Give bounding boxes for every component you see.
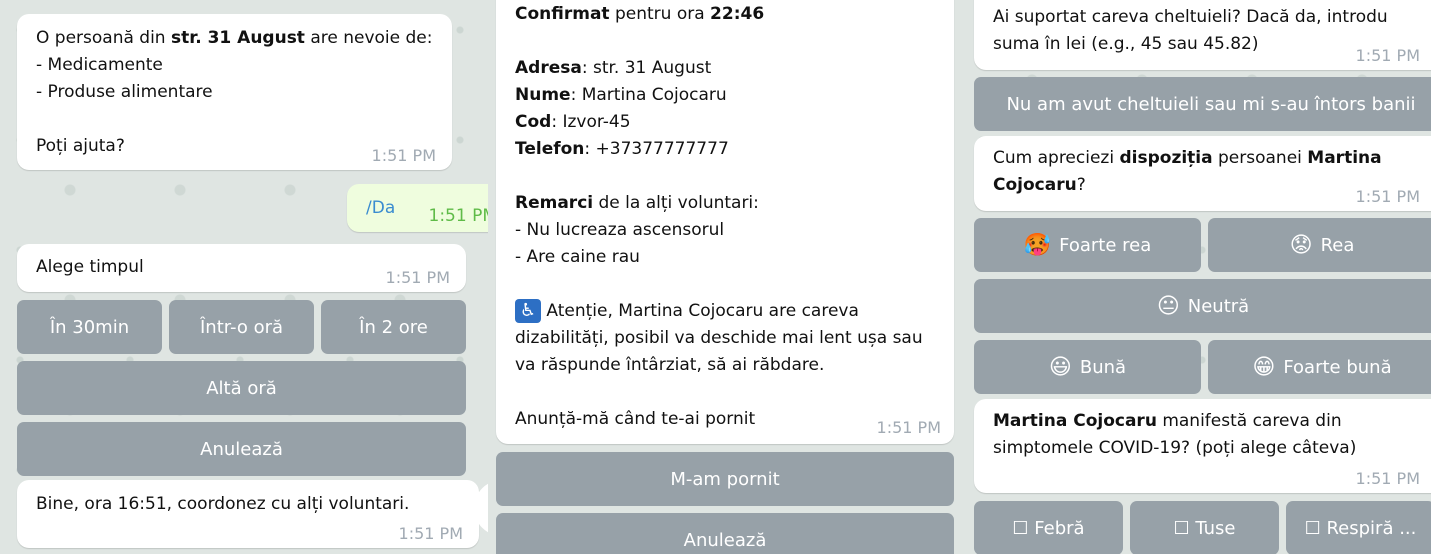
symptom-breathing-button[interactable]: ☐ Respiră ...	[1286, 501, 1431, 554]
code-line: Cod: Izvor-45	[515, 112, 631, 132]
mood-good-button[interactable]: 😃 Bună	[974, 340, 1201, 394]
message-time: 1:51 PM	[385, 268, 450, 287]
message-time: 1:51 PM	[876, 418, 941, 437]
message-time: 1:51 PM	[371, 146, 436, 165]
phone-line: Telefon: +37377777777	[515, 139, 729, 159]
address-line: Adresa: str. 31 August	[515, 58, 712, 78]
chat-panel-2: Confirmat pentru ora 22:46 Adresa: str. …	[488, 0, 962, 554]
mood-question-message: Cum apreciezi dispoziția persoanei Marti…	[974, 136, 1431, 211]
request-street: str. 31 August	[171, 28, 305, 48]
started-button[interactable]: M-am pornit	[496, 452, 954, 506]
covid-question-message: Martina Cojocaru manifestă careva din si…	[974, 399, 1431, 493]
confirm-message: Bine, ora 16:51, coordonez cu alți volun…	[17, 480, 479, 548]
notify-text: Anunță-mă când te-ai pornit	[515, 409, 756, 429]
hot-face-icon: 🥵	[1023, 232, 1052, 258]
time-2h-button[interactable]: În 2 ore	[321, 300, 466, 354]
details-message: Confirmat pentru ora 22:46 Adresa: str. …	[496, 0, 954, 444]
remark-item: - Nu lucreaza ascensorul	[515, 220, 725, 240]
mood-bad-button[interactable]: 😟 Rea	[1208, 218, 1431, 272]
cancel-button[interactable]: Anulează	[17, 422, 466, 476]
message-time: 1:51 PM	[1355, 187, 1420, 206]
reply-command[interactable]: /Da	[366, 198, 395, 218]
cancel-button[interactable]: Anulează	[496, 513, 954, 554]
time-30min-button[interactable]: În 30min	[17, 300, 162, 354]
name-line: Nume: Martina Cojocaru	[515, 85, 727, 105]
confirmed-hour: 22:46	[710, 4, 765, 24]
worried-face-icon: 😟	[1289, 232, 1313, 258]
message-time: 1:51 PM	[428, 206, 489, 226]
wheelchair-icon: ♿	[515, 299, 541, 323]
other-time-button[interactable]: Altă oră	[17, 361, 466, 415]
remarks-heading: Remarci de la alți voluntari:	[515, 193, 759, 213]
no-expenses-button[interactable]: Nu am avut cheltuieli sau mi s-au întors…	[974, 77, 1431, 131]
remark-item: - Are caine rau	[515, 247, 640, 267]
warning-text: ♿ Atenție, Martina Cojocaru are careva	[515, 298, 935, 325]
message-time: 1:51 PM	[1355, 46, 1420, 65]
request-item: - Produse alimentare	[36, 82, 213, 102]
message-time: 1:51 PM	[1355, 469, 1420, 488]
message-time: 1:51 PM	[398, 524, 463, 543]
time-1h-button[interactable]: Într-o oră	[169, 300, 314, 354]
neutral-face-icon: 😐	[1156, 293, 1180, 319]
symptom-cough-button[interactable]: ☐ Tuse	[1130, 501, 1279, 554]
symptom-fever-button[interactable]: ☐ Febră	[974, 501, 1123, 554]
request-message: O persoană din str. 31 August are nevoie…	[17, 14, 452, 170]
chat-panel-3: Ai suportat careva cheltuieli? Dacă da, …	[962, 0, 1431, 554]
mood-neutral-button[interactable]: 😐 Neutră	[974, 279, 1431, 333]
choose-time-message: Alege timpul 1:51 PM	[17, 244, 466, 292]
mood-very-good-button[interactable]: 😁 Foarte bună	[1208, 340, 1431, 394]
grinning-face-icon: 😁	[1252, 354, 1276, 380]
smiling-face-icon: 😃	[1048, 354, 1072, 380]
request-item: - Medicamente	[36, 55, 163, 75]
mood-very-bad-button[interactable]: 🥵 Foarte rea	[974, 218, 1201, 272]
chat-panel-1: O persoană din str. 31 August are nevoie…	[0, 0, 488, 554]
expenses-message: Ai suportat careva cheltuieli? Dacă da, …	[974, 0, 1431, 70]
reply-message: /Da 1:51 PM	[347, 184, 488, 232]
